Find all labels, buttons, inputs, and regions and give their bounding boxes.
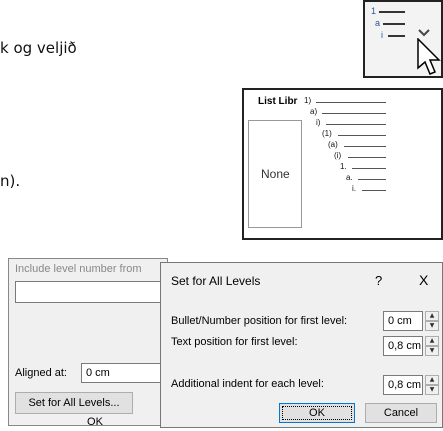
list-library-panel: List Libr None 1) a) i) (1) (a) (i) 1. a… <box>242 88 443 240</box>
multilevel-list-icon: 1 a i <box>371 6 411 46</box>
text-position-field[interactable]: 0,8 cm <box>383 336 423 356</box>
list-level-9: i. <box>352 184 356 193</box>
set-for-all-levels-dialog: Set for All Levels ? X Bullet/Number pos… <box>160 262 443 428</box>
aligned-at-label: Aligned at: <box>15 367 67 379</box>
multilevel-list-button[interactable]: 1 a i <box>363 0 443 78</box>
dialog-title: Set for All Levels <box>171 274 261 288</box>
additional-indent-up[interactable]: ▲ <box>425 375 439 385</box>
close-icon[interactable]: X <box>419 272 428 288</box>
bullet-position-down[interactable]: ▼ <box>425 321 439 331</box>
ok-button-background[interactable]: OK <box>59 413 131 431</box>
body-text-line-1: k og veljið <box>0 39 77 57</box>
multilevel-list-option[interactable]: 1) a) i) (1) (a) (i) 1. a. i. <box>302 96 443 240</box>
aligned-at-field[interactable]: 0 cm <box>81 363 161 383</box>
additional-indent-label: Additional indent for each level: <box>171 378 324 390</box>
list-level-1: 1) <box>304 96 312 105</box>
help-icon[interactable]: ? <box>375 273 382 288</box>
include-level-label: Include level number from <box>15 263 142 275</box>
set-for-all-levels-button[interactable]: Set for All Levels... <box>15 392 133 414</box>
list-level-6: (i) <box>334 151 342 160</box>
text-position-down[interactable]: ▼ <box>425 346 439 356</box>
additional-indent-field[interactable]: 0,8 cm <box>383 375 423 395</box>
list-library-title: List Libr <box>258 96 298 107</box>
mouse-pointer-icon <box>417 38 441 75</box>
list-level-8: a. <box>346 173 353 182</box>
body-text-line-2: n). <box>0 172 21 190</box>
bullet-position-label: Bullet/Number position for first level: <box>171 315 348 327</box>
ok-button[interactable]: OK <box>279 403 355 423</box>
bullet-position-up[interactable]: ▲ <box>425 311 439 321</box>
chevron-down-icon <box>418 29 430 37</box>
cancel-button[interactable]: Cancel <box>365 403 437 423</box>
define-multilevel-list-dialog: Include level number from Aligned at: 0 … <box>8 258 168 428</box>
text-position-label: Text position for first level: <box>171 336 298 348</box>
bullet-position-field[interactable]: 0 cm <box>383 311 423 331</box>
text-position-up[interactable]: ▲ <box>425 336 439 346</box>
list-level-7: 1. <box>340 162 347 171</box>
list-level-2: a) <box>310 107 318 116</box>
include-level-field[interactable] <box>15 281 165 303</box>
additional-indent-down[interactable]: ▼ <box>425 385 439 395</box>
list-level-3: i) <box>316 118 321 127</box>
list-level-5: (a) <box>328 140 338 149</box>
list-none-option[interactable]: None <box>248 120 302 228</box>
list-level-4: (1) <box>322 129 332 138</box>
